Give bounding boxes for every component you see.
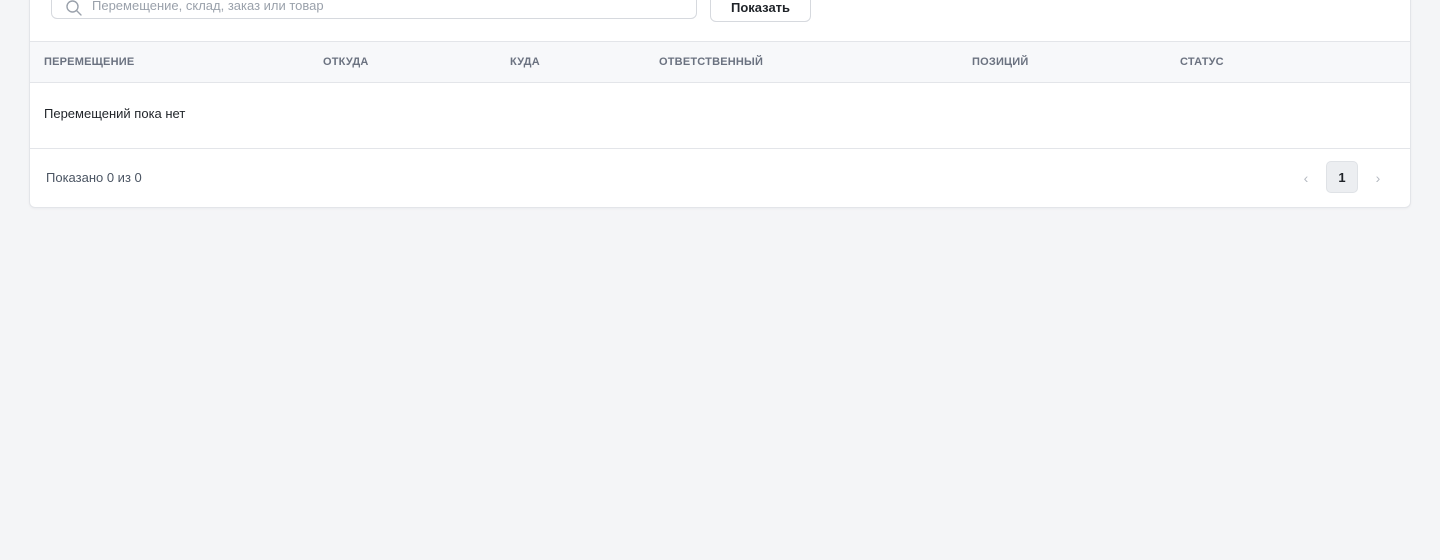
column-header-transfer[interactable]: ПЕРЕМЕЩЕНИЕ [44, 42, 134, 82]
chevron-right-icon[interactable]: › [1362, 162, 1394, 194]
search-input[interactable] [92, 0, 682, 18]
pagination-page-current[interactable]: 1 [1326, 161, 1358, 193]
empty-state-message: Перемещений пока нет [44, 106, 186, 121]
show-button[interactable]: Показать [710, 0, 811, 22]
column-header-status[interactable]: СТАТУС [1180, 42, 1224, 82]
table-footer: Показано 0 из 0 ‹ 1 › [30, 149, 1410, 207]
column-header-positions[interactable]: ПОЗИЦИЙ [972, 42, 1029, 82]
column-header-to[interactable]: КУДА [510, 42, 540, 82]
column-header-responsible[interactable]: ОТВЕТСТВЕННЫЙ [659, 42, 763, 82]
results-count: Показано 0 из 0 [46, 170, 142, 185]
filter-bar: Показать [30, 0, 1410, 41]
search-box[interactable] [51, 0, 697, 19]
empty-state-row: Перемещений пока нет [30, 83, 1410, 149]
search-icon [66, 0, 82, 16]
chevron-left-icon[interactable]: ‹ [1290, 162, 1322, 194]
transfers-card: Показать ПЕРЕМЕЩЕНИЕ ОТКУДА КУДА ОТВЕТСТ… [29, 0, 1411, 208]
column-header-from[interactable]: ОТКУДА [323, 42, 369, 82]
table-header: ПЕРЕМЕЩЕНИЕ ОТКУДА КУДА ОТВЕТСТВЕННЫЙ ПО… [30, 41, 1410, 83]
